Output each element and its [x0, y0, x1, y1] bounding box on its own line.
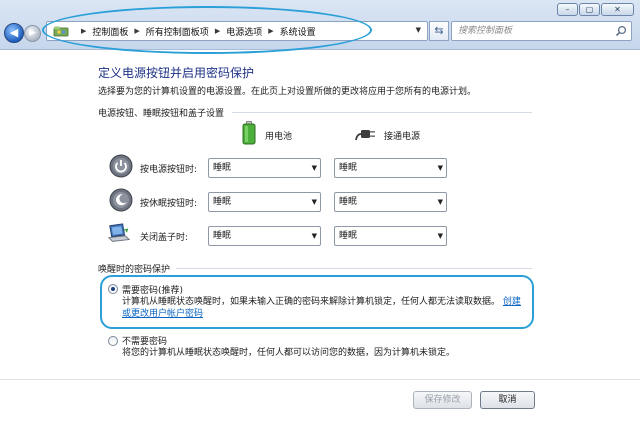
- cancel-button[interactable]: 取消: [480, 391, 535, 409]
- power-button-label: 按电源按钮时:: [140, 165, 198, 175]
- page-title: 定义电源按钮并启用密码保护: [98, 66, 255, 80]
- search-placeholder: 搜索控制面板: [458, 26, 513, 36]
- arrow-right-icon: ▶: [29, 28, 36, 38]
- select-value: 睡眠: [213, 231, 232, 241]
- chevron-down-icon: ▼: [437, 164, 443, 172]
- chevron-right-icon[interactable]: ▶: [134, 27, 139, 35]
- forward-button[interactable]: ▶: [24, 25, 41, 42]
- window-controls: – ▢ ✕: [557, 3, 634, 16]
- select-value: 睡眠: [213, 197, 232, 207]
- require-password-label[interactable]: 需要密码(推荐): [122, 283, 183, 296]
- window-titlebar: – ▢ ✕ ◀ ▶ ▶ 控制面板 ▶ 所有控制面板项 ▶ 电源选项 ▶ 系统设置…: [0, 0, 640, 50]
- battery-icon: [242, 121, 256, 145]
- page-subtitle: 选择要为您的计算机设置的电源设置。在此页上对设置所做的更改将应用于您所有的电源计…: [98, 87, 477, 97]
- chevron-right-icon: ▶: [81, 27, 87, 35]
- search-input[interactable]: 搜索控制面板: [451, 21, 632, 41]
- control-panel-icon: [53, 26, 69, 37]
- chevron-down-icon: ▼: [437, 232, 443, 240]
- close-lid-label: 关闭盖子时:: [140, 233, 189, 243]
- refresh-button[interactable]: ⇆: [429, 21, 449, 41]
- close-lid-plugged-select[interactable]: 睡眠 ▼: [334, 226, 447, 246]
- laptop-lid-icon: [107, 223, 131, 242]
- sleep-button-icon: [109, 188, 133, 212]
- chevron-down-icon[interactable]: ▼: [416, 26, 421, 34]
- close-lid-battery-select[interactable]: 睡眠 ▼: [208, 226, 321, 246]
- select-value: 睡眠: [213, 163, 232, 173]
- chevron-down-icon: ▼: [437, 198, 443, 206]
- breadcrumb-system-settings[interactable]: 系统设置: [280, 25, 316, 38]
- maximize-button[interactable]: ▢: [579, 3, 600, 16]
- footer-divider: [0, 379, 640, 380]
- breadcrumb-all-items[interactable]: 所有控制面板项: [146, 25, 209, 38]
- chevron-right-icon[interactable]: ▶: [215, 27, 220, 35]
- column-battery: 用电池: [265, 132, 293, 142]
- back-button[interactable]: ◀: [4, 23, 24, 43]
- chevron-down-icon: ▼: [311, 232, 317, 240]
- require-password-desc-text: 计算机从睡眠状态唤醒时，如果未输入正确的密码来解除计算机锁定，任何人都无法读取数…: [122, 297, 501, 307]
- sleep-button-battery-select[interactable]: 睡眠 ▼: [208, 192, 321, 212]
- column-plugged-in: 接通电源: [384, 132, 421, 142]
- chevron-down-icon: ▼: [311, 198, 317, 206]
- refresh-icon: ⇆: [434, 24, 444, 37]
- power-button-icon: [109, 154, 133, 178]
- buttons-section-heading: 电源按钮、睡眠按钮和盖子设置: [98, 109, 225, 119]
- address-bar[interactable]: ▶ 控制面板 ▶ 所有控制面板项 ▶ 电源选项 ▶ 系统设置 ▼: [46, 21, 428, 41]
- change-password-link[interactable]: 创: [503, 297, 512, 307]
- password-section-heading: 唤醒时的密码保护: [98, 265, 171, 275]
- plug-icon: [355, 130, 375, 141]
- sleep-button-label: 按休眠按钮时:: [140, 199, 198, 209]
- sleep-button-plugged-select[interactable]: 睡眠 ▼: [334, 192, 447, 212]
- section-divider: [176, 268, 532, 269]
- select-value: 睡眠: [339, 231, 358, 241]
- no-password-description: 将您的计算机从睡眠状态唤醒时，任何人都可以访问您的数据，因为计算机未锁定。: [122, 348, 456, 358]
- chevron-down-icon: ▼: [311, 164, 317, 172]
- breadcrumb-power-options[interactable]: 电源选项: [226, 25, 262, 38]
- minimize-button[interactable]: –: [557, 3, 578, 16]
- breadcrumb-control-panel[interactable]: 控制面板: [92, 25, 128, 38]
- power-button-plugged-select[interactable]: 睡眠 ▼: [334, 158, 447, 178]
- select-value: 睡眠: [339, 163, 358, 173]
- save-changes-button[interactable]: 保存修改: [413, 391, 472, 409]
- search-icon[interactable]: [615, 25, 627, 37]
- no-password-label[interactable]: 不需要密码: [122, 334, 167, 347]
- section-divider: [232, 112, 532, 113]
- select-value: 睡眠: [339, 197, 358, 207]
- close-button[interactable]: ✕: [601, 3, 634, 16]
- no-password-radio[interactable]: [108, 336, 118, 346]
- require-password-description: 计算机从睡眠状态唤醒时，如果未输入正确的密码来解除计算机锁定，任何人都无法读取数…: [122, 296, 527, 320]
- arrow-left-icon: ◀: [9, 26, 19, 39]
- require-password-radio[interactable]: [108, 284, 118, 294]
- chevron-right-icon[interactable]: ▶: [268, 27, 273, 35]
- power-button-battery-select[interactable]: 睡眠 ▼: [208, 158, 321, 178]
